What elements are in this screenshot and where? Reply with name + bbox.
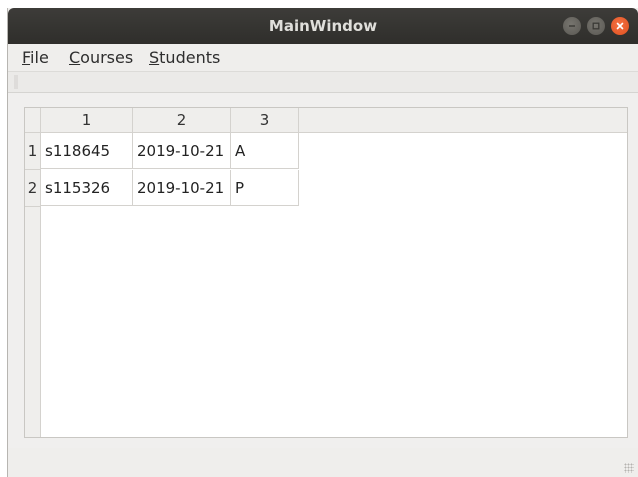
table-cell[interactable]: s118645 <box>41 133 133 169</box>
menu-students[interactable]: Students <box>149 48 220 67</box>
table-cell[interactable]: s115326 <box>41 170 133 206</box>
size-grip-icon[interactable] <box>624 463 634 473</box>
menu-courses[interactable]: Courses <box>69 48 133 67</box>
table-cell[interactable]: 2019-10-21 <box>133 170 231 206</box>
menu-students-mnemonic: S <box>149 48 160 67</box>
toolbar <box>8 71 638 93</box>
menu-courses-label: ourses <box>80 48 134 67</box>
column-header-3[interactable]: 3 <box>231 108 299 133</box>
menu-bar: File Courses Students <box>8 44 638 71</box>
close-icon <box>616 22 624 30</box>
table-corner-button[interactable] <box>25 108 41 133</box>
table-cell[interactable]: A <box>231 133 299 169</box>
window-title: MainWindow <box>268 17 378 35</box>
menu-courses-mnemonic: C <box>69 48 81 67</box>
data-table[interactable]: 1 2 3 1 2 s118645 2019-10-21 A s115326 2… <box>24 107 628 438</box>
close-button[interactable] <box>611 17 629 35</box>
toolbar-grip-icon[interactable] <box>14 75 18 89</box>
title-bar[interactable]: MainWindow <box>8 8 638 44</box>
table-cell[interactable]: 2019-10-21 <box>133 133 231 169</box>
menu-file-mnemonic: F <box>22 48 31 67</box>
column-header-filler <box>299 108 627 133</box>
menu-file-label: ile <box>30 48 49 67</box>
status-bar <box>8 448 638 477</box>
main-window: MainWindow File Courses Students 1 2 3 1… <box>8 8 638 477</box>
menu-file[interactable]: File <box>22 48 49 67</box>
minimize-button[interactable] <box>563 17 581 35</box>
row-header-1[interactable]: 1 <box>25 133 41 170</box>
maximize-icon <box>592 22 600 30</box>
minimize-icon <box>569 25 575 27</box>
menu-students-label: tudents <box>159 48 221 67</box>
row-header-2[interactable]: 2 <box>25 170 41 207</box>
column-header-2[interactable]: 2 <box>133 108 231 133</box>
table-cell[interactable]: P <box>231 170 299 206</box>
maximize-button[interactable] <box>587 17 605 35</box>
column-header-1[interactable]: 1 <box>41 108 133 133</box>
